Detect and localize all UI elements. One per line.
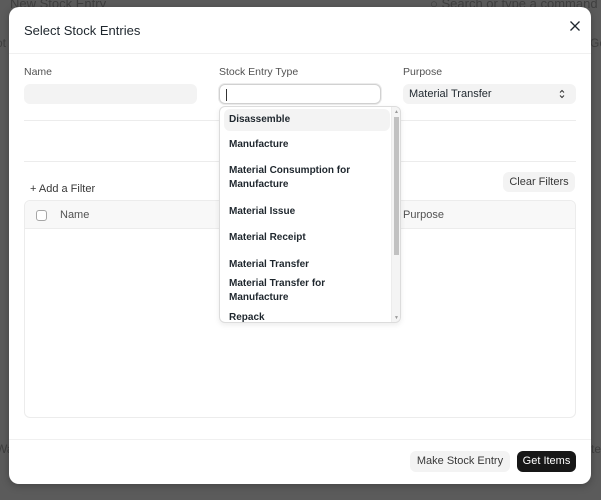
add-filter-button[interactable]: + Add a Filter <box>30 183 95 195</box>
stock-entry-type-dropdown: Disassemble Manufacture Material Consumpti… <box>219 106 401 323</box>
purpose-select[interactable]: Material Transfer <box>403 84 576 104</box>
dropdown-scrollbar[interactable]: ▲ ▼ <box>391 107 400 322</box>
dropdown-option[interactable]: Material Transfer <box>224 251 390 278</box>
column-header-name: Name <box>60 209 90 221</box>
name-input[interactable] <box>24 84 197 104</box>
dropdown-option[interactable]: Material Issue <box>224 198 390 225</box>
get-items-button[interactable]: Get Items <box>517 451 576 472</box>
scroll-up-icon[interactable]: ▲ <box>394 109 399 115</box>
scrollbar-thumb[interactable] <box>394 117 399 255</box>
dropdown-option[interactable]: Material Receipt <box>224 225 390 251</box>
dropdown-option[interactable]: Disassemble <box>224 109 390 131</box>
dropdown-option[interactable]: Manufacture <box>224 131 390 158</box>
background-fragment: te <box>591 442 601 456</box>
modal-title: Select Stock Entries <box>24 23 141 38</box>
background-fragment: ot <box>0 36 7 50</box>
scroll-down-icon[interactable]: ▼ <box>394 315 399 321</box>
modal-header: Select Stock Entries <box>9 7 591 54</box>
dropdown-option[interactable]: Repack <box>224 304 390 323</box>
text-cursor <box>226 89 227 101</box>
purpose-label: Purpose <box>403 66 443 78</box>
select-arrows-icon <box>559 89 565 99</box>
dropdown-option[interactable]: Material Transfer for Manufacture <box>224 278 390 304</box>
name-label: Name <box>24 66 53 78</box>
background-fragment: Ge <box>590 36 601 50</box>
make-stock-entry-button[interactable]: Make Stock Entry <box>410 451 510 472</box>
close-icon <box>570 21 580 31</box>
purpose-selected-value: Material Transfer <box>409 88 492 100</box>
close-button[interactable] <box>567 18 583 34</box>
dropdown-option[interactable]: Material Consumption for Manufacture <box>224 158 390 198</box>
stock-entry-type-input[interactable] <box>219 84 381 104</box>
stock-entry-type-label: Stock Entry Type <box>219 66 299 78</box>
select-all-checkbox[interactable] <box>36 210 47 221</box>
clear-filters-button[interactable]: Clear Filters <box>503 172 575 192</box>
dropdown-list: Disassemble Manufacture Material Consumpti… <box>224 109 390 323</box>
column-header-purpose: Purpose <box>403 209 444 221</box>
footer-divider <box>9 439 591 440</box>
